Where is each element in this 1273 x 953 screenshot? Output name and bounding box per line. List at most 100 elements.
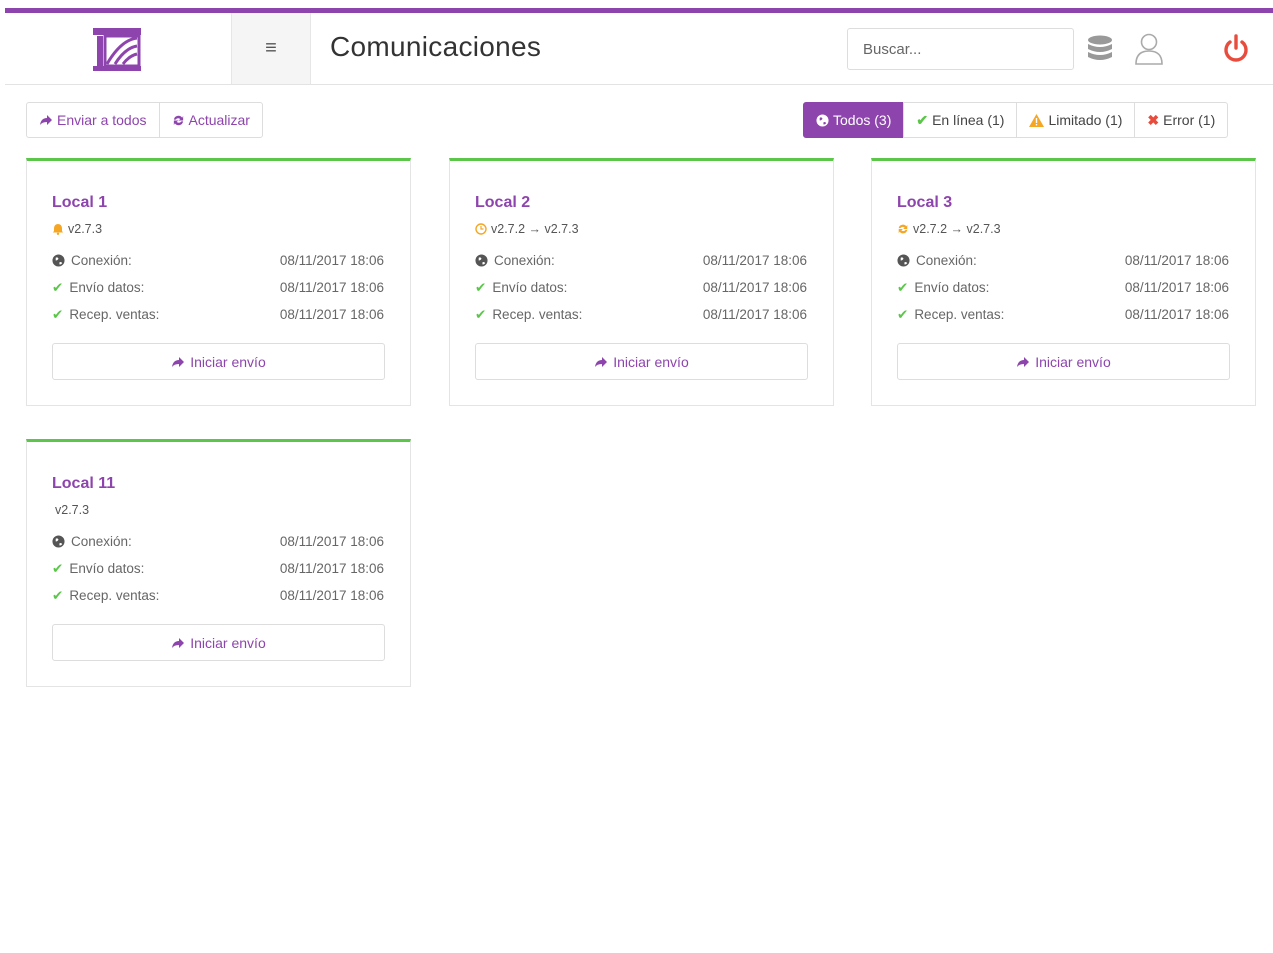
connection-row: Conexión: 08/11/2017 18:06 <box>52 247 384 274</box>
share-icon <box>1016 356 1030 368</box>
local-card: Local 2 v2.7.2 → v2.7.3 Conexión: 08/11/… <box>449 158 834 406</box>
share-icon <box>171 356 185 368</box>
check-icon: ✔ <box>897 306 909 322</box>
refresh-button[interactable]: Actualizar <box>158 102 263 138</box>
search-input[interactable] <box>847 28 1074 70</box>
refresh-label: Actualizar <box>188 112 250 128</box>
sales-receipt-row: ✔ Recep. ventas: 08/11/2017 18:06 <box>52 301 384 328</box>
local-card: Local 1 v2.7.3 Conexión: 08/11/2017 18:0… <box>26 158 411 406</box>
card-rows: Conexión: 08/11/2017 18:06 ✔ Envío datos:… <box>897 247 1229 328</box>
check-icon: ✔ <box>475 279 487 295</box>
start-send-label: Iniciar envío <box>1035 353 1111 370</box>
check-icon: ✔ <box>916 111 929 128</box>
filter-error-label: Error (1) <box>1163 112 1216 128</box>
refresh-icon <box>172 114 185 127</box>
row-value: 08/11/2017 18:06 <box>279 253 384 268</box>
menu-toggle-button[interactable]: ≡ <box>232 13 311 84</box>
card-rows: Conexión: 08/11/2017 18:06 ✔ Envío datos:… <box>52 247 384 328</box>
main-content: Enviar a todos Actualizar Todos (3) ✔ En… <box>5 85 1273 953</box>
row-label: Recep. ventas: <box>492 307 583 322</box>
check-icon: ✔ <box>52 560 64 576</box>
share-icon <box>171 637 185 649</box>
version-text: v2.7.3 <box>68 222 103 236</box>
filter-all-button[interactable]: Todos (3) <box>803 102 905 138</box>
row-value: 08/11/2017 18:06 <box>279 561 384 576</box>
local-card: Local 11 v2.7.3 Conexión: 08/11/2017 18:… <box>26 439 411 687</box>
connection-row: Conexión: 08/11/2017 18:06 <box>52 528 384 555</box>
globe-icon <box>52 535 65 548</box>
card-title: Local 1 <box>52 194 108 211</box>
connection-row: Conexión: 08/11/2017 18:06 <box>475 247 807 274</box>
power-icon[interactable] <box>1222 34 1250 64</box>
start-send-button[interactable]: Iniciar envío <box>52 624 385 661</box>
warning-icon <box>1029 113 1045 127</box>
row-value: 08/11/2017 18:06 <box>1124 253 1229 268</box>
start-send-label: Iniciar envío <box>190 634 266 651</box>
sales-receipt-row: ✔ Recep. ventas: 08/11/2017 18:06 <box>475 301 807 328</box>
row-label: Envío datos: <box>914 280 990 295</box>
user-icon[interactable] <box>1134 33 1164 65</box>
filter-online-label: En línea (1) <box>932 112 1005 128</box>
version-info: v2.7.3 <box>55 503 89 517</box>
filter-all-label: Todos (3) <box>833 112 892 128</box>
check-icon: ✔ <box>52 587 64 603</box>
globe-icon <box>52 254 65 267</box>
local-card: Local 3 v2.7.2 → v2.7.3 Conexión: 08/11/… <box>871 158 1256 406</box>
row-value: 08/11/2017 18:06 <box>702 307 807 322</box>
sales-receipt-row: ✔ Recep. ventas: 08/11/2017 18:06 <box>897 301 1229 328</box>
check-icon: ✔ <box>897 279 909 295</box>
send-all-button[interactable]: Enviar a todos <box>26 102 160 138</box>
row-label: Conexión: <box>916 253 977 268</box>
logo-area[interactable] <box>5 13 232 84</box>
top-bar: ≡ Comunicaciones <box>5 13 1273 85</box>
sales-receipt-row: ✔ Recep. ventas: 08/11/2017 18:06 <box>52 582 384 609</box>
start-send-button[interactable]: Iniciar envío <box>52 343 385 380</box>
logo-icon <box>93 28 141 71</box>
status-filters: Todos (3) ✔ En línea (1) Limitado (1) ✖ … <box>803 102 1229 138</box>
row-label: Recep. ventas: <box>914 307 1005 322</box>
close-icon: ✖ <box>1147 111 1160 128</box>
data-send-row: ✔ Envío datos: 08/11/2017 18:06 <box>897 274 1229 301</box>
page-title: Comunicaciones <box>330 31 542 62</box>
start-send-label: Iniciar envío <box>613 353 689 370</box>
row-label: Conexión: <box>71 253 132 268</box>
version-text: v2.7.2 → v2.7.3 <box>491 222 579 236</box>
version-info: v2.7.2 → v2.7.3 <box>475 222 579 236</box>
version-info: v2.7.2 → v2.7.3 <box>897 222 1001 236</box>
version-info: v2.7.3 <box>52 222 102 236</box>
clock-icon <box>475 223 487 235</box>
database-icon[interactable] <box>1087 35 1113 65</box>
share-icon <box>39 114 53 126</box>
filter-error-button[interactable]: ✖ Error (1) <box>1134 102 1229 138</box>
filter-online-button[interactable]: ✔ En línea (1) <box>903 102 1018 138</box>
data-send-row: ✔ Envío datos: 08/11/2017 18:06 <box>475 274 807 301</box>
check-icon: ✔ <box>52 279 64 295</box>
row-value: 08/11/2017 18:06 <box>279 588 384 603</box>
row-label: Conexión: <box>494 253 555 268</box>
row-label: Recep. ventas: <box>69 307 160 322</box>
row-value: 08/11/2017 18:06 <box>702 280 807 295</box>
data-send-row: ✔ Envío datos: 08/11/2017 18:06 <box>52 555 384 582</box>
start-send-label: Iniciar envío <box>190 353 266 370</box>
row-label: Envío datos: <box>69 280 145 295</box>
send-all-label: Enviar a todos <box>57 112 147 128</box>
row-label: Envío datos: <box>69 561 145 576</box>
card-title: Local 3 <box>897 194 953 211</box>
bell-icon <box>52 223 64 235</box>
version-text: v2.7.2 → v2.7.3 <box>913 222 1001 236</box>
row-value: 08/11/2017 18:06 <box>1124 280 1229 295</box>
check-icon: ✔ <box>52 306 64 322</box>
start-send-button[interactable]: Iniciar envío <box>897 343 1230 380</box>
row-value: 08/11/2017 18:06 <box>279 280 384 295</box>
globe-icon <box>897 254 910 267</box>
start-send-button[interactable]: Iniciar envío <box>475 343 808 380</box>
check-icon: ✔ <box>475 306 487 322</box>
row-label: Envío datos: <box>492 280 568 295</box>
row-label: Recep. ventas: <box>69 588 160 603</box>
globe-icon <box>475 254 488 267</box>
row-label: Conexión: <box>71 534 132 549</box>
row-value: 08/11/2017 18:06 <box>279 534 384 549</box>
globe-icon <box>816 113 829 127</box>
filter-limited-button[interactable]: Limitado (1) <box>1016 102 1136 138</box>
share-icon <box>594 356 608 368</box>
